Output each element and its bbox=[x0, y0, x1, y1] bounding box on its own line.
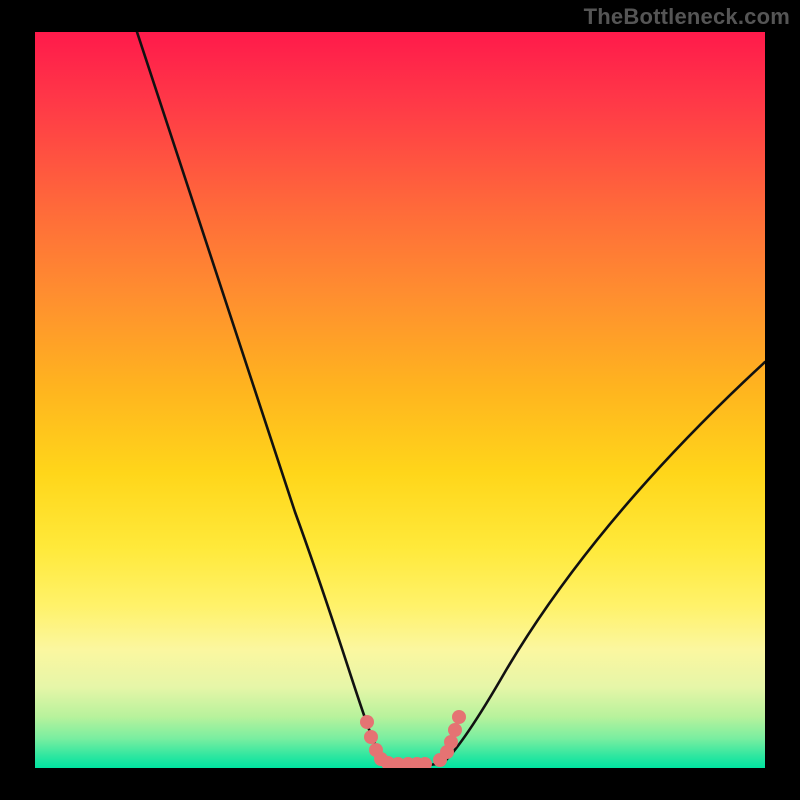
curve-layer bbox=[35, 32, 765, 768]
chart-stage: TheBottleneck.com bbox=[0, 0, 800, 800]
marker-dot bbox=[452, 710, 466, 724]
marker-dot bbox=[360, 715, 374, 729]
watermark-text: TheBottleneck.com bbox=[584, 4, 790, 30]
curve-right-branch bbox=[443, 362, 765, 763]
marker-group bbox=[360, 710, 466, 768]
marker-dot bbox=[448, 723, 462, 737]
plot-area bbox=[35, 32, 765, 768]
curve-left-branch bbox=[137, 32, 385, 763]
marker-dot bbox=[364, 730, 378, 744]
marker-dot bbox=[444, 735, 458, 749]
